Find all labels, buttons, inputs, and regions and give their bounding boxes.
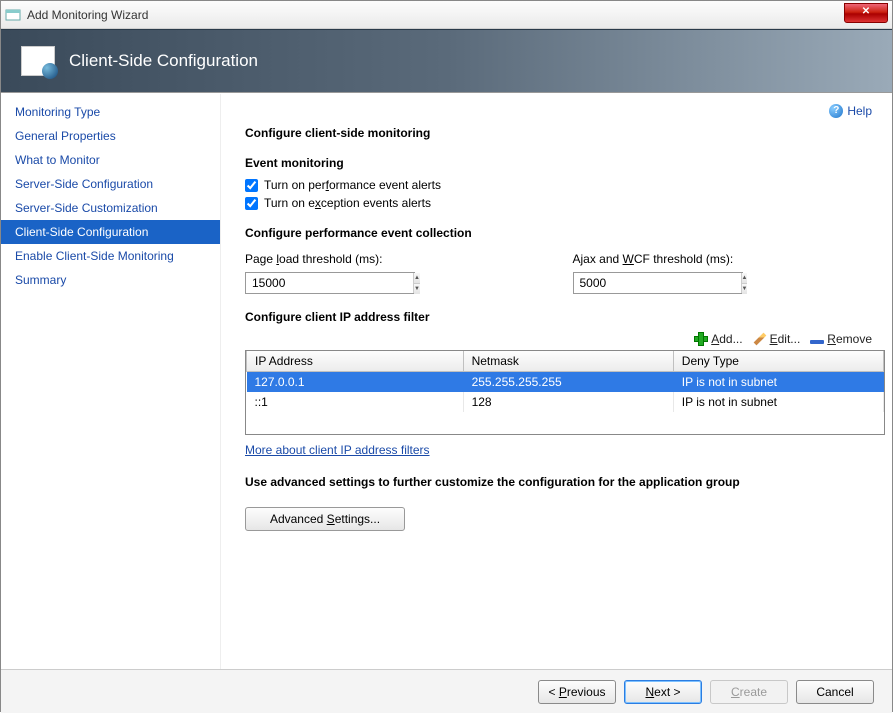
help-icon: ? [829,104,843,118]
minus-icon [810,340,824,344]
event-monitoring-title: Event monitoring [245,156,872,170]
step-summary[interactable]: Summary [1,268,220,292]
page-load-threshold-spinner[interactable]: ▲ ▼ [245,272,415,294]
page-heading: Configure client-side monitoring [245,126,872,140]
step-enable-client-side-monitoring[interactable]: Enable Client-Side Monitoring [1,244,220,268]
window-title: Add Monitoring Wizard [27,8,148,22]
perf-alerts-checkbox-row[interactable]: Turn on performance event alerts [245,178,872,192]
step-what-to-monitor[interactable]: What to Monitor [1,148,220,172]
ajax-wcf-up[interactable]: ▲ [742,273,748,284]
edit-button[interactable]: Edit... [753,332,801,346]
app-icon [5,7,21,23]
ip-filter-title: Configure client IP address filter [245,310,872,324]
plus-icon [694,332,708,346]
help-label: Help [847,104,872,118]
perf-collection-title: Configure performance event collection [245,226,872,240]
page-load-up[interactable]: ▲ [414,273,420,284]
exception-alerts-label: Turn on exception events alerts [264,196,431,210]
step-monitoring-type[interactable]: Monitoring Type [1,100,220,124]
advanced-settings-button[interactable]: Advanced Settings... [245,507,405,531]
page-load-down[interactable]: ▼ [414,284,420,294]
previous-button[interactable]: < Previous [538,680,616,704]
wizard-footer: < Previous Next > Create Cancel [1,669,892,713]
pencil-icon [753,333,766,346]
exception-alerts-checkbox[interactable] [245,197,258,210]
wizard-steps-sidebar: Monitoring Type General Properties What … [1,94,221,669]
ajax-wcf-threshold-spinner[interactable]: ▲ ▼ [573,272,743,294]
step-general-properties[interactable]: General Properties [1,124,220,148]
titlebar: Add Monitoring Wizard ✕ [1,1,892,29]
step-server-side-customization[interactable]: Server-Side Customization [1,196,220,220]
table-row[interactable]: 127.0.0.1 255.255.255.255 IP is not in s… [247,372,884,393]
banner-icon [21,46,55,76]
ajax-wcf-down[interactable]: ▼ [742,284,748,294]
next-button[interactable]: Next > [624,680,702,704]
remove-button[interactable]: Remove [810,332,872,346]
banner-title: Client-Side Configuration [69,51,258,71]
col-ip[interactable]: IP Address [247,351,464,372]
banner: Client-Side Configuration [1,29,892,93]
main-panel: ? Help Configure client-side monitoring … [221,94,892,669]
advanced-text: Use advanced settings to further customi… [245,475,872,489]
page-load-threshold-label: Page load threshold (ms): [245,252,545,266]
table-row[interactable]: ::1 128 IP is not in subnet [247,392,884,412]
col-deny-type[interactable]: Deny Type [673,351,883,372]
more-about-ip-filters-link[interactable]: More about client IP address filters [245,443,430,457]
ajax-wcf-threshold-input[interactable] [574,273,741,293]
create-button: Create [710,680,788,704]
perf-alerts-checkbox[interactable] [245,179,258,192]
perf-alerts-label: Turn on performance event alerts [264,178,441,192]
ip-filter-table[interactable]: IP Address Netmask Deny Type 127.0.0.1 2… [245,350,885,435]
add-button[interactable]: Add... [694,332,742,346]
close-button[interactable]: ✕ [844,3,888,23]
exception-alerts-checkbox-row[interactable]: Turn on exception events alerts [245,196,872,210]
step-server-side-configuration[interactable]: Server-Side Configuration [1,172,220,196]
page-load-threshold-input[interactable] [246,273,413,293]
help-link[interactable]: ? Help [829,104,872,118]
col-netmask[interactable]: Netmask [463,351,673,372]
step-client-side-configuration[interactable]: Client-Side Configuration [1,220,220,244]
ajax-wcf-threshold-label: Ajax and WCF threshold (ms): [573,252,873,266]
cancel-button[interactable]: Cancel [796,680,874,704]
